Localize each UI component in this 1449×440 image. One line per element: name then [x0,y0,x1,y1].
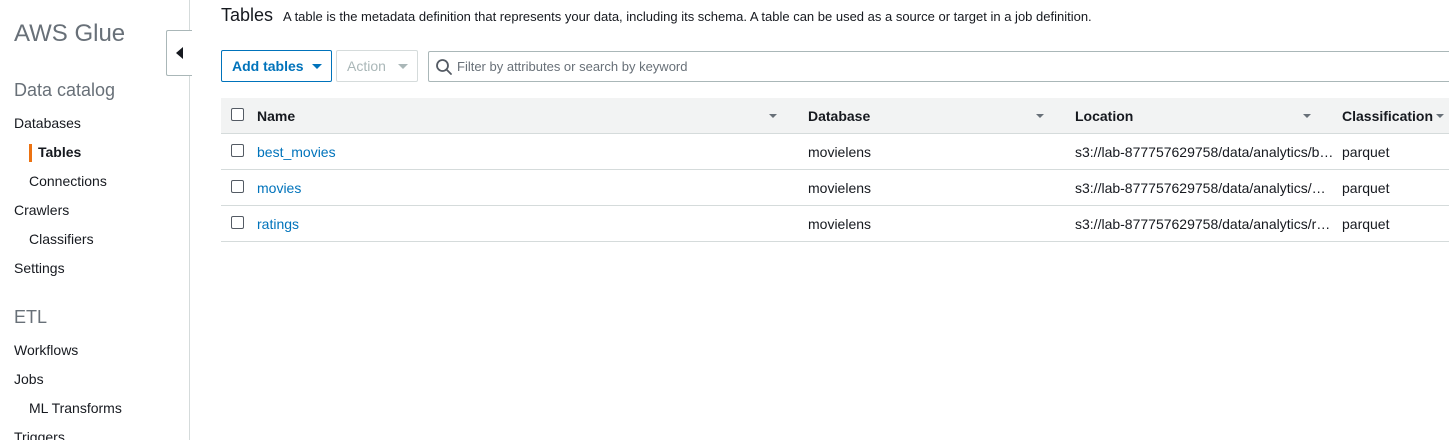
caret-left-icon [176,47,183,59]
action-label: Action [347,58,386,74]
select-all-checkbox[interactable] [231,108,244,121]
table-name-link[interactable]: ratings [257,216,299,232]
sidebar-item-tables[interactable]: Tables [38,144,81,160]
location-cell: s3://lab-877757629758/data/analytics/bes… [1075,144,1335,160]
search-box[interactable] [428,51,1449,82]
caret-down-icon [398,64,408,69]
location-cell: s3://lab-877757629758/data/analytics/mov… [1075,180,1335,196]
table-row[interactable]: ratings movielens s3://lab-877757629758/… [221,206,1449,242]
row-checkbox[interactable] [231,180,244,193]
row-checkbox[interactable] [231,144,244,157]
page-description: A table is the metadata definition that … [283,9,1092,24]
sidebar-item-workflows[interactable]: Workflows [14,342,78,358]
search-input[interactable] [457,52,1437,81]
database-cell: movielens [808,180,872,196]
column-header-database[interactable]: Database [808,108,870,124]
section-title-etl: ETL [14,307,48,327]
sidebar-item-triggers[interactable]: Triggers [14,429,65,440]
active-indicator [29,144,32,162]
sidebar: AWS Glue Data catalog Databases Tables C… [0,0,190,440]
sort-icon[interactable] [769,114,777,118]
database-cell: movielens [808,216,872,232]
column-header-name[interactable]: Name [257,108,295,124]
section-title-data-catalog: Data catalog [14,80,116,100]
sort-icon[interactable] [1303,114,1311,118]
column-header-location[interactable]: Location [1075,108,1133,124]
column-header-classification[interactable]: Classification [1342,108,1433,124]
classification-cell: parquet [1342,144,1390,160]
classification-cell: parquet [1342,216,1390,232]
sidebar-item-databases[interactable]: Databases [14,115,81,131]
location-cell: s3://lab-877757629758/data/analytics/rat… [1075,216,1335,232]
sidebar-item-classifiers[interactable]: Classifiers [29,231,94,247]
table-row[interactable]: movies movielens s3://lab-877757629758/d… [221,170,1449,206]
sort-icon[interactable] [1436,114,1444,118]
search-icon [436,59,452,75]
database-cell: movielens [808,144,872,160]
action-button: Action [336,50,418,82]
caret-down-icon [312,64,322,69]
sort-icon[interactable] [1036,114,1044,118]
table-header: Name Database Location Classification [221,98,1449,134]
add-tables-button[interactable]: Add tables [221,50,332,82]
add-tables-label: Add tables [232,58,304,74]
table-name-link[interactable]: best_movies [257,144,336,160]
table-name-link[interactable]: movies [257,180,301,196]
sidebar-item-jobs[interactable]: Jobs [14,371,44,387]
sidebar-item-crawlers[interactable]: Crawlers [14,202,69,218]
sidebar-item-settings[interactable]: Settings [14,260,65,276]
sidebar-item-ml-transforms[interactable]: ML Transforms [29,400,122,416]
app-title[interactable]: AWS Glue [14,20,125,48]
classification-cell: parquet [1342,180,1390,196]
collapse-sidebar-button[interactable] [166,30,192,76]
table-row[interactable]: best_movies movielens s3://lab-877757629… [221,134,1449,170]
sidebar-item-connections[interactable]: Connections [29,173,107,189]
row-checkbox[interactable] [231,216,244,229]
page-title: Tables [221,5,274,25]
